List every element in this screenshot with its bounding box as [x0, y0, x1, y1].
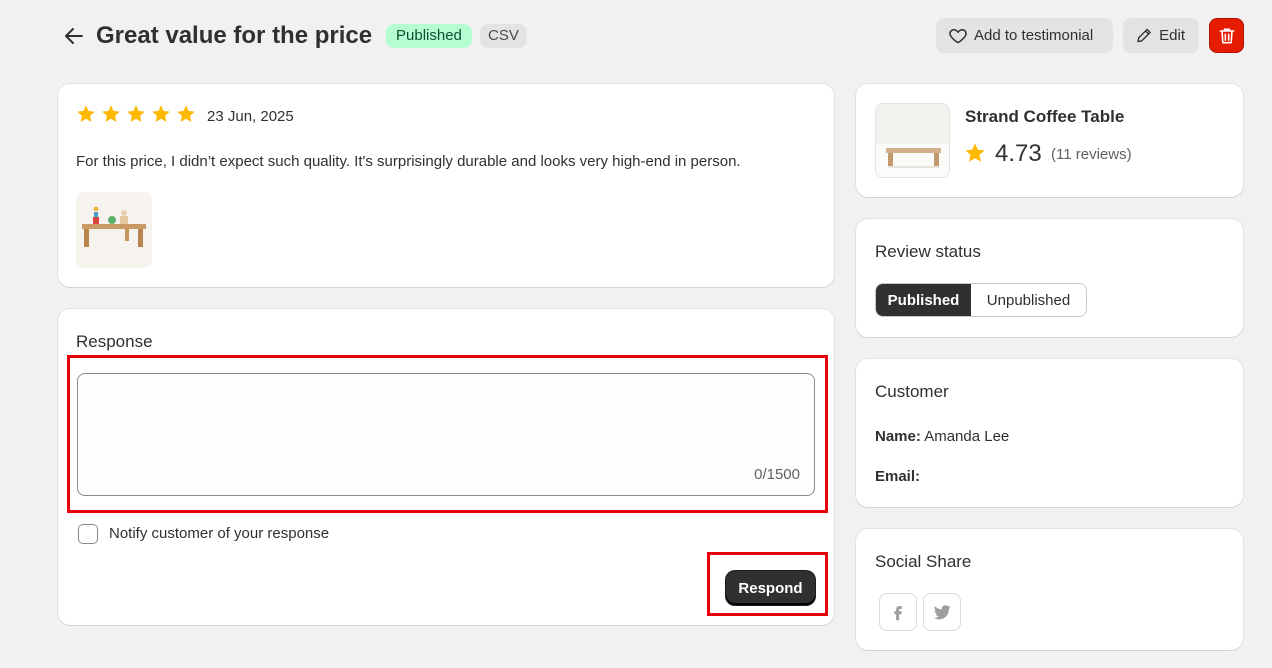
customer-card: Customer Name: Amanda Lee Email: — [856, 359, 1243, 507]
twitter-share-button[interactable] — [923, 593, 961, 631]
facebook-icon — [894, 606, 902, 621]
response-title: Response — [76, 332, 153, 351]
delete-button[interactable] — [1209, 18, 1244, 53]
review-text: For this price, I didn’t expect such qua… — [76, 153, 741, 170]
edit-button[interactable]: Edit — [1123, 18, 1199, 53]
heart-icon — [949, 28, 967, 43]
pencil-icon — [1137, 28, 1151, 43]
char-count: 0/1500 — [754, 466, 800, 483]
status-option-unpublished[interactable]: Unpublished — [971, 284, 1086, 316]
notify-customer-label[interactable]: Notify customer of your response — [109, 525, 329, 542]
twitter-icon — [933, 605, 951, 620]
customer-email-label: Email: — [875, 468, 921, 485]
source-badge: CSV — [480, 24, 527, 48]
status-option-published[interactable]: Published — [876, 284, 971, 316]
response-textarea[interactable] — [77, 373, 815, 496]
facebook-share-button[interactable] — [879, 593, 917, 631]
respond-button[interactable]: Respond — [726, 571, 815, 605]
product-rating: 4.73 — [995, 140, 1042, 167]
star-icon — [177, 105, 195, 122]
add-to-testimonial-label: Add to testimonial — [974, 27, 1094, 44]
customer-name-label: Name: — [875, 428, 921, 445]
customer-name-value: Amanda Lee — [924, 428, 1010, 445]
review-status-toggle: Published Unpublished — [875, 283, 1087, 317]
trash-icon — [1219, 28, 1234, 43]
back-arrow-icon[interactable] — [62, 24, 86, 48]
star-icon — [77, 105, 95, 122]
social-share-title: Social Share — [875, 552, 972, 571]
star-icon — [127, 105, 145, 122]
product-name[interactable]: Strand Coffee Table — [965, 107, 1124, 127]
notify-customer-checkbox[interactable] — [78, 524, 98, 544]
star-icon — [965, 143, 985, 162]
customer-email-row: Email: — [875, 468, 920, 485]
social-share-card: Social Share — [856, 529, 1243, 650]
customer-name-row: Name: Amanda Lee — [875, 428, 1009, 445]
product-review-count: (11 reviews) — [1051, 146, 1132, 163]
product-image[interactable] — [875, 103, 950, 178]
review-status-card: Review status Published Unpublished — [856, 219, 1243, 337]
edit-label: Edit — [1159, 27, 1185, 44]
add-to-testimonial-button[interactable]: Add to testimonial — [936, 18, 1113, 53]
review-status-title: Review status — [875, 242, 981, 261]
star-icon — [152, 105, 170, 122]
star-icon — [102, 105, 120, 122]
customer-title: Customer — [875, 382, 949, 401]
page-header: Great value for the price Published CSV … — [58, 16, 1244, 56]
review-date: 23 Jun, 2025 — [207, 108, 294, 125]
product-card: Strand Coffee Table 4.73 (11 reviews) — [856, 84, 1243, 197]
review-card: 23 Jun, 2025 For this price, I didn’t ex… — [58, 84, 834, 287]
review-image[interactable] — [76, 192, 152, 268]
response-card: Response 0/1500 Notify customer of your … — [58, 309, 834, 625]
status-badge: Published — [386, 24, 472, 48]
page-title: Great value for the price — [96, 22, 373, 49]
review-stars — [76, 104, 196, 124]
